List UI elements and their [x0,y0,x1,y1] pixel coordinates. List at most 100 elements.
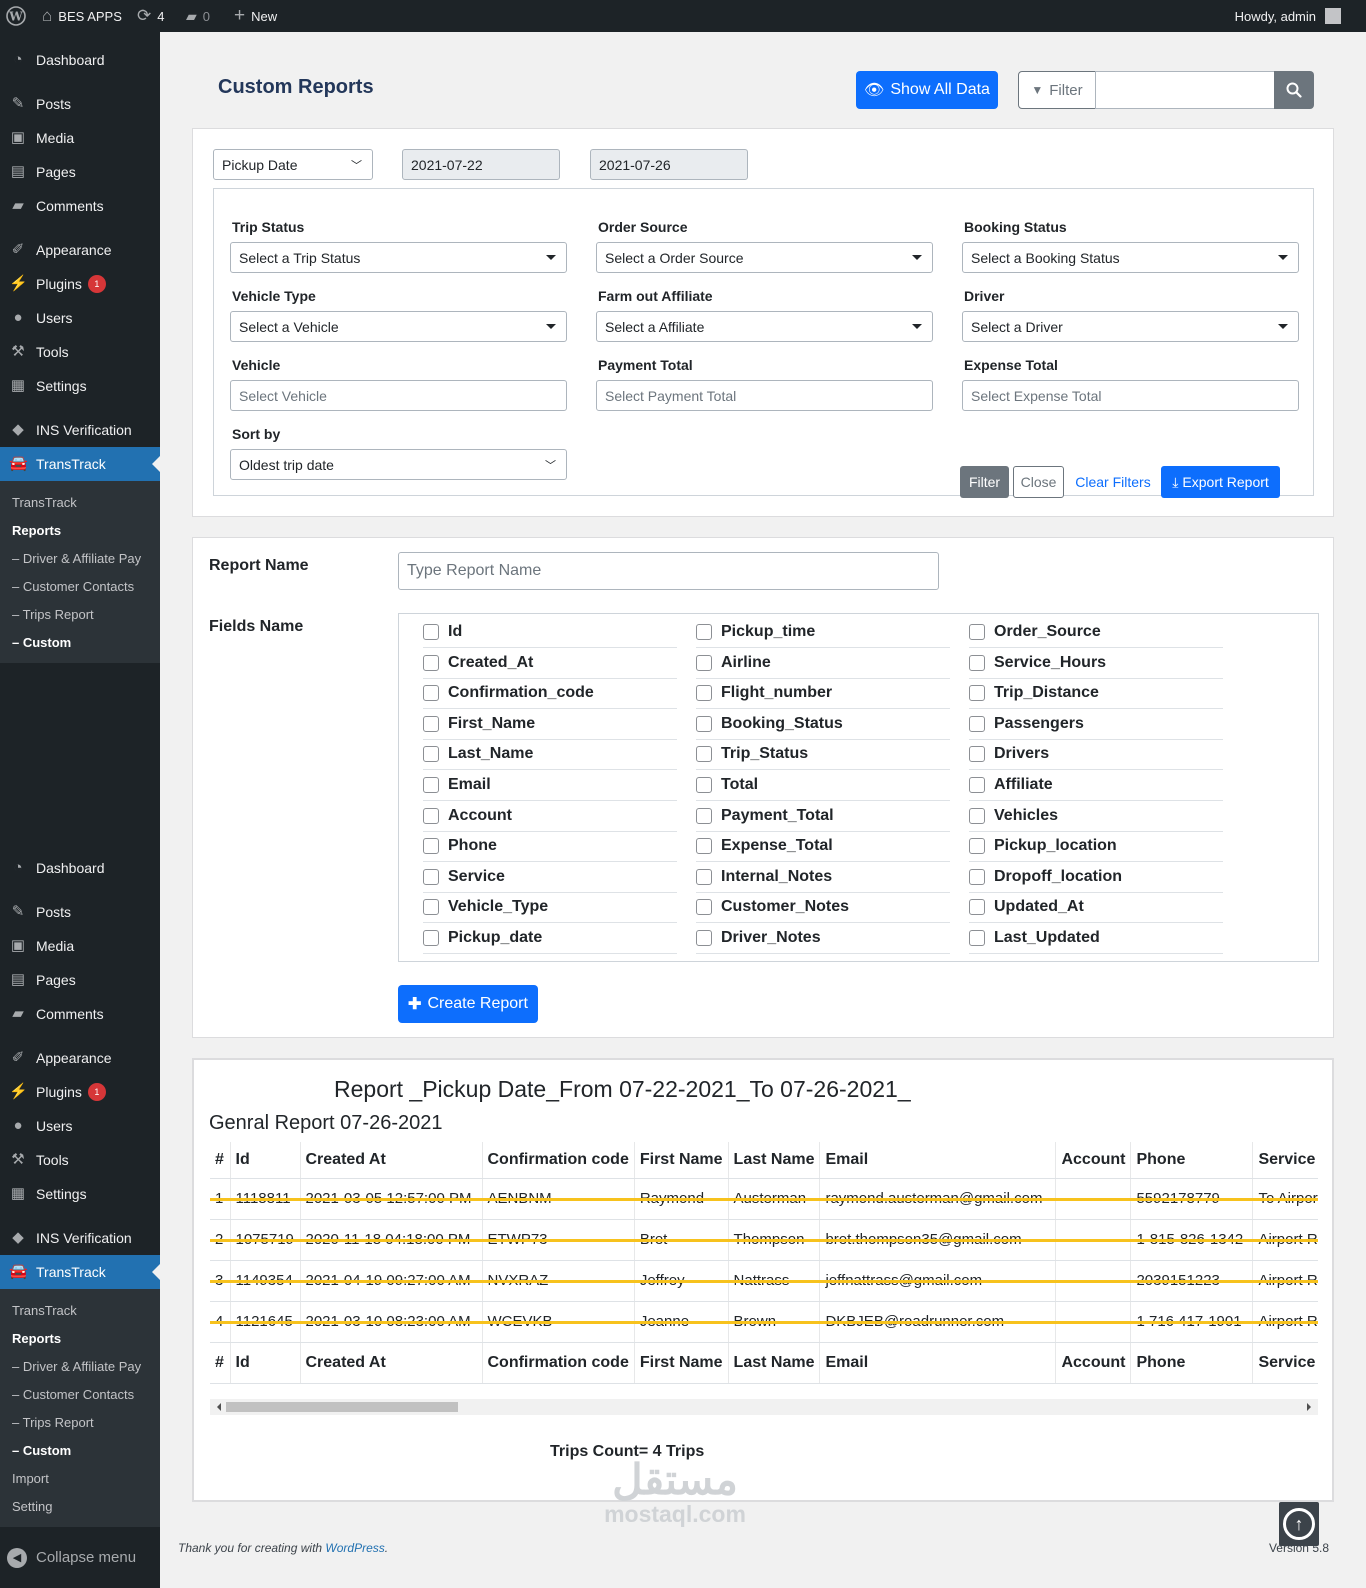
filter-toggle-button[interactable]: ▼ Filter [1018,71,1096,109]
checkbox-box[interactable] [696,715,712,732]
submenu-setting[interactable]: Setting [0,1493,160,1521]
comments-link[interactable]: ▰ 0 [186,0,210,32]
checkbox-box[interactable] [423,777,439,793]
checkbox-box[interactable] [969,624,985,640]
menu-users[interactable]: ● Users [0,1109,160,1143]
checkbox-box[interactable] [696,624,712,640]
close-filter-button[interactable]: Close [1013,466,1064,498]
field-checkbox-dropoff-location[interactable]: Dropoff_location [969,862,1223,893]
menu-tools[interactable]: ⚒ Tools [0,1143,160,1177]
menu-tools[interactable]: ⚒ Tools [0,335,160,369]
menu-ins-verification[interactable]: ◆ INS Verification [0,1221,160,1255]
field-checkbox-last-name[interactable]: Last_Name [423,739,677,771]
field-checkbox-payment-total[interactable]: Payment_Total [696,801,950,832]
updates-link[interactable]: ⟳ 4 [137,0,164,32]
field-checkbox-id[interactable]: Id [423,617,677,648]
submenu-import[interactable]: Import [0,1465,160,1493]
field-checkbox-driver-notes[interactable]: Driver_Notes [696,923,950,954]
expense-total-input[interactable]: Select Expense Total [962,380,1299,411]
trip-status-select[interactable]: Select a Trip Status [230,242,567,273]
vehicle-type-select[interactable]: Select a Vehicle [230,311,567,342]
checkbox-box[interactable] [423,807,439,824]
checkbox-box[interactable] [969,746,985,763]
search-input[interactable] [1095,71,1275,109]
menu-dashboard[interactable]: ◔ Dashboard [0,851,160,885]
submenu-reports[interactable]: Reports [0,517,160,545]
field-checkbox-drivers[interactable]: Drivers [969,739,1223,771]
checkbox-box[interactable] [696,807,712,824]
field-checkbox-pickup-date[interactable]: Pickup_date [423,923,677,954]
scroll-left-icon[interactable] [213,1403,221,1411]
submenu-customer-contacts[interactable]: – Customer Contacts [0,573,160,601]
menu-media[interactable]: ▣ Media [0,929,160,963]
field-checkbox-booking-status[interactable]: Booking_Status [696,709,950,740]
menu-appearance[interactable]: ✐ Appearance [0,233,160,267]
checkbox-box[interactable] [423,868,439,885]
scroll-right-icon[interactable] [1307,1403,1315,1411]
field-checkbox-expense-total[interactable]: Expense_Total [696,831,950,863]
menu-posts[interactable]: ✎ Posts [0,895,160,929]
menu-dashboard[interactable]: ◔ Dashboard [0,43,160,77]
field-checkbox-customer-notes[interactable]: Customer_Notes [696,892,950,924]
checkbox-box[interactable] [423,838,439,855]
checkbox-box[interactable] [696,899,712,916]
checkbox-box[interactable] [423,685,439,702]
table-row[interactable]: 2 1075719 2020-11-18 04:18:00 PM ETWP73 Bret… [210,1219,1318,1261]
table-row[interactable]: 4 1121645 2021-03-10 08:23:00 AM WCEVKB Jean… [210,1301,1318,1343]
export-report-button[interactable]: ⤓ Export Report [1161,466,1280,498]
checkbox-box[interactable] [696,930,712,946]
order-source-select[interactable]: Select a Order Source [596,242,933,273]
scrollbar-thumb[interactable] [226,1402,458,1412]
apply-filter-button[interactable]: Filter [960,466,1009,498]
checkbox-box[interactable] [969,838,985,855]
checkbox-box[interactable] [969,868,985,885]
menu-comments[interactable]: ▰ Comments [0,997,160,1031]
submenu-customer-contacts[interactable]: – Customer Contacts [0,1381,160,1409]
field-checkbox-confirmation-code[interactable]: Confirmation_code [423,678,677,710]
menu-appearance[interactable]: ✐ Appearance [0,1041,160,1075]
checkbox-box[interactable] [696,777,712,793]
checkbox-box[interactable] [969,654,985,671]
submenu-custom[interactable]: – Custom [0,629,160,657]
menu-users[interactable]: ● Users [0,301,160,335]
collapse-menu-button[interactable]: ◀ Collapse menu [0,1540,160,1574]
checkbox-box[interactable] [696,685,712,702]
field-checkbox-email[interactable]: Email [423,770,677,801]
submenu-driver-affiliate-pay[interactable]: – Driver & Affiliate Pay [0,545,160,573]
menu-pages[interactable]: ▤ Pages [0,963,160,997]
field-checkbox-passengers[interactable]: Passengers [969,709,1223,740]
new-content-link[interactable]: + New [234,0,277,32]
menu-comments[interactable]: ▰ Comments [0,189,160,223]
report-name-input[interactable]: Type Report Name [398,552,939,590]
driver-select[interactable]: Select a Driver [962,311,1299,342]
affiliate-select[interactable]: Select a Affiliate [596,311,933,342]
submenu-transtrack[interactable]: TransTrack [0,489,160,517]
menu-media[interactable]: ▣ Media [0,121,160,155]
field-checkbox-trip-distance[interactable]: Trip_Distance [969,678,1223,710]
menu-posts[interactable]: ✎ Posts [0,87,160,121]
checkbox-box[interactable] [969,807,985,824]
vehicle-input[interactable]: Select Vehicle [230,380,567,411]
date-type-select[interactable]: Pickup Date ﹀ [213,149,373,180]
checkbox-box[interactable] [423,624,439,640]
field-checkbox-service-hours[interactable]: Service_Hours [969,648,1223,679]
submenu-reports[interactable]: Reports [0,1325,160,1353]
submenu-driver-affiliate-pay[interactable]: – Driver & Affiliate Pay [0,1353,160,1381]
menu-settings[interactable]: ▦ Settings [0,1177,160,1211]
wordpress-link[interactable]: WordPress [325,1541,384,1555]
scroll-to-top-button[interactable]: ↑ [1279,1502,1319,1546]
submenu-trips-report[interactable]: – Trips Report [0,1409,160,1437]
checkbox-box[interactable] [696,868,712,885]
checkbox-box[interactable] [696,838,712,855]
checkbox-box[interactable] [696,654,712,671]
checkbox-box[interactable] [969,899,985,916]
checkbox-box[interactable] [969,685,985,702]
checkbox-box[interactable] [423,715,439,732]
date-to-input[interactable]: 2021-07-26 [590,149,748,180]
field-checkbox-account[interactable]: Account [423,801,677,832]
field-checkbox-service[interactable]: Service [423,862,677,893]
field-checkbox-vehicle-type[interactable]: Vehicle_Type [423,892,677,924]
table-horizontal-scrollbar[interactable] [210,1399,1318,1415]
clear-filters-link[interactable]: Clear Filters [1070,466,1156,498]
menu-plugins[interactable]: ⚡ Plugins 1 [0,267,160,301]
